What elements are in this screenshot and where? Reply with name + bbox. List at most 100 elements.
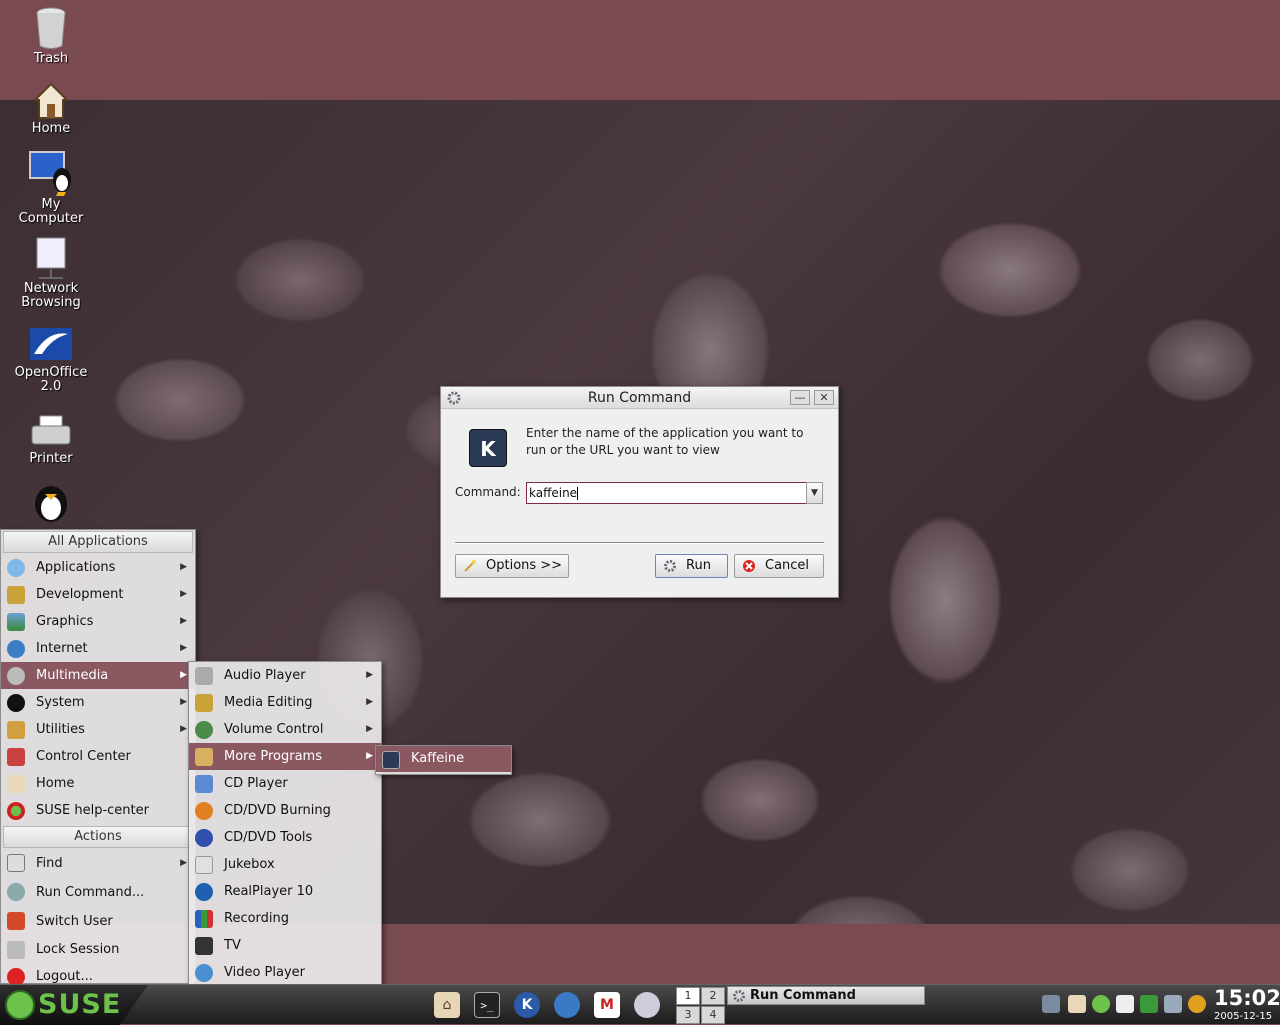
run-command-dialog: Run Command — ✕ K Enter the name of the … [440, 386, 839, 598]
cancel-button[interactable]: Cancel [734, 554, 824, 578]
tray-volume-icon[interactable] [1164, 995, 1182, 1013]
menu-item-home[interactable]: Home [1, 770, 195, 797]
menu-item-label: RealPlayer 10 [224, 884, 314, 899]
command-input-value: kaffeine [529, 486, 578, 500]
menu-item-label: Kaffeine [411, 751, 465, 766]
menu-item-control-center[interactable]: Control Center [1, 743, 195, 770]
menu-item-applications[interactable]: Applications ▶ [1, 554, 195, 581]
menu-item-suse-help[interactable]: SUSE help-center [1, 797, 195, 824]
desktop-icon-label: Trash [33, 51, 69, 66]
options-button[interactable]: Options >> [455, 554, 569, 578]
tray-suse-updater-icon[interactable] [1092, 995, 1110, 1013]
menu-item-media-editing[interactable]: Media Editing ▶ [189, 689, 381, 716]
desktop-icon-network[interactable]: Network Browsing [1, 236, 101, 310]
tray-notes-icon[interactable] [1116, 995, 1134, 1013]
pager-desktop-1[interactable]: 1 [676, 987, 700, 1005]
menu-item-switch-user[interactable]: Switch User [1, 907, 195, 936]
control-center-icon [7, 748, 25, 766]
lock-icon [7, 941, 25, 959]
desktop-icon-trash[interactable]: Trash [1, 6, 101, 66]
menu-item-lock-session[interactable]: Lock Session [1, 936, 195, 963]
suse-menu-button[interactable]: SUSE [0, 985, 148, 1025]
internet-icon [7, 640, 25, 658]
minimize-icon[interactable]: — [790, 390, 810, 405]
volume-control-icon [195, 721, 213, 739]
video-player-icon [195, 964, 213, 982]
close-icon[interactable]: ✕ [814, 390, 834, 405]
menu-item-label: CD Player [224, 776, 288, 791]
tray-clipboard-icon[interactable] [1068, 995, 1086, 1013]
home-icon[interactable]: ⌂ [434, 992, 460, 1018]
menu-item-volume-control[interactable]: Volume Control ▶ [189, 716, 381, 743]
media-editing-icon [195, 694, 213, 712]
submenu-arrow-icon: ▶ [366, 724, 373, 734]
menu-item-audio-player[interactable]: Audio Player ▶ [189, 662, 381, 689]
run-button[interactable]: Run [655, 554, 728, 578]
desktop-icon-label: Network Browsing [21, 281, 81, 310]
command-label: Command: [455, 485, 521, 499]
desktop-icon-tux[interactable] [1, 480, 101, 526]
printer-icon [31, 415, 71, 445]
desktop-icon-openoffice[interactable]: OpenOffice 2.0 [1, 324, 101, 394]
desktop-icon-home[interactable]: Home [1, 80, 101, 136]
desktop-icon-label: OpenOffice 2.0 [14, 365, 88, 394]
menu-item-label: System [36, 695, 85, 710]
menu-item-realplayer[interactable]: RealPlayer 10 [189, 878, 381, 905]
pager-desktop-2[interactable]: 2 [701, 987, 725, 1005]
taskbar-window-run-command[interactable]: Run Command [727, 986, 925, 1005]
menu-item-recording[interactable]: Recording [189, 905, 381, 932]
tray-user-icon[interactable] [1042, 995, 1060, 1013]
menu-item-cd-dvd-tools[interactable]: CD/DVD Tools [189, 824, 381, 851]
desktop-icon-my-computer[interactable]: My Computer [1, 150, 101, 226]
menu-item-more-programs[interactable]: More Programs ▶ [189, 743, 381, 770]
menu-item-video-player[interactable]: Video Player [189, 959, 381, 986]
chevron-down-icon[interactable]: ▼ [806, 482, 823, 504]
desktop-icon-printer[interactable]: Printer [1, 414, 101, 466]
run-button-label: Run [686, 558, 711, 573]
menu-item-find[interactable]: Find ▶ [1, 849, 195, 878]
pager-desktop-3[interactable]: 3 [676, 1006, 700, 1024]
dialog-title: Run Command [587, 390, 692, 406]
menu-item-label: Audio Player [224, 668, 306, 683]
konqueror-icon[interactable]: K [514, 992, 540, 1018]
menu-item-internet[interactable]: Internet ▶ [1, 635, 195, 662]
command-input[interactable]: kaffeine [526, 482, 823, 504]
submenu-arrow-icon: ▶ [366, 697, 373, 707]
menu-item-graphics[interactable]: Graphics ▶ [1, 608, 195, 635]
menu-item-label: CD/DVD Tools [224, 830, 313, 845]
menu-item-utilities[interactable]: Utilities ▶ [1, 716, 195, 743]
more-programs-icon [195, 748, 213, 766]
menu-item-run-command[interactable]: Run Command... [1, 878, 195, 907]
browser-icon[interactable] [554, 992, 580, 1018]
submenu-arrow-icon: ▶ [180, 858, 187, 868]
network-icon[interactable] [634, 992, 660, 1018]
menu-item-kaffeine[interactable]: Kaffeine [376, 746, 511, 772]
desktop-pager: 1 2 3 4 [676, 987, 726, 1024]
menu-item-label: Multimedia [36, 668, 109, 683]
menu-item-jukebox[interactable]: Jukebox [189, 851, 381, 878]
utilities-icon [7, 721, 25, 739]
recording-icon [195, 910, 213, 928]
tray-battery-icon[interactable] [1140, 995, 1158, 1013]
menu-item-development[interactable]: Development ▶ [1, 581, 195, 608]
tray-power-icon[interactable] [1188, 995, 1206, 1013]
menu-item-label: Jukebox [224, 857, 275, 872]
submenu-arrow-icon: ▶ [180, 589, 187, 599]
switch-user-icon [7, 912, 25, 930]
menu-item-label: Applications [36, 560, 116, 575]
tux-icon [35, 486, 67, 522]
menu-item-label: Recording [224, 911, 290, 926]
dialog-titlebar[interactable]: Run Command — ✕ [441, 387, 838, 409]
actions-header: Actions [3, 826, 193, 848]
mail-icon[interactable]: M [594, 992, 620, 1018]
pager-desktop-4[interactable]: 4 [701, 1006, 725, 1024]
menu-item-cd-player[interactable]: CD Player [189, 770, 381, 797]
multimedia-icon [7, 667, 25, 685]
clock-time[interactable]: 15:02 [1214, 986, 1280, 1010]
menu-item-cd-dvd-burning[interactable]: CD/DVD Burning [189, 797, 381, 824]
menu-item-multimedia[interactable]: Multimedia ▶ [1, 662, 195, 689]
menu-item-system[interactable]: System ▶ [1, 689, 195, 716]
menu-item-label: Home [36, 776, 75, 791]
terminal-icon[interactable]: >_ [474, 992, 500, 1018]
menu-item-tv[interactable]: TV [189, 932, 381, 959]
